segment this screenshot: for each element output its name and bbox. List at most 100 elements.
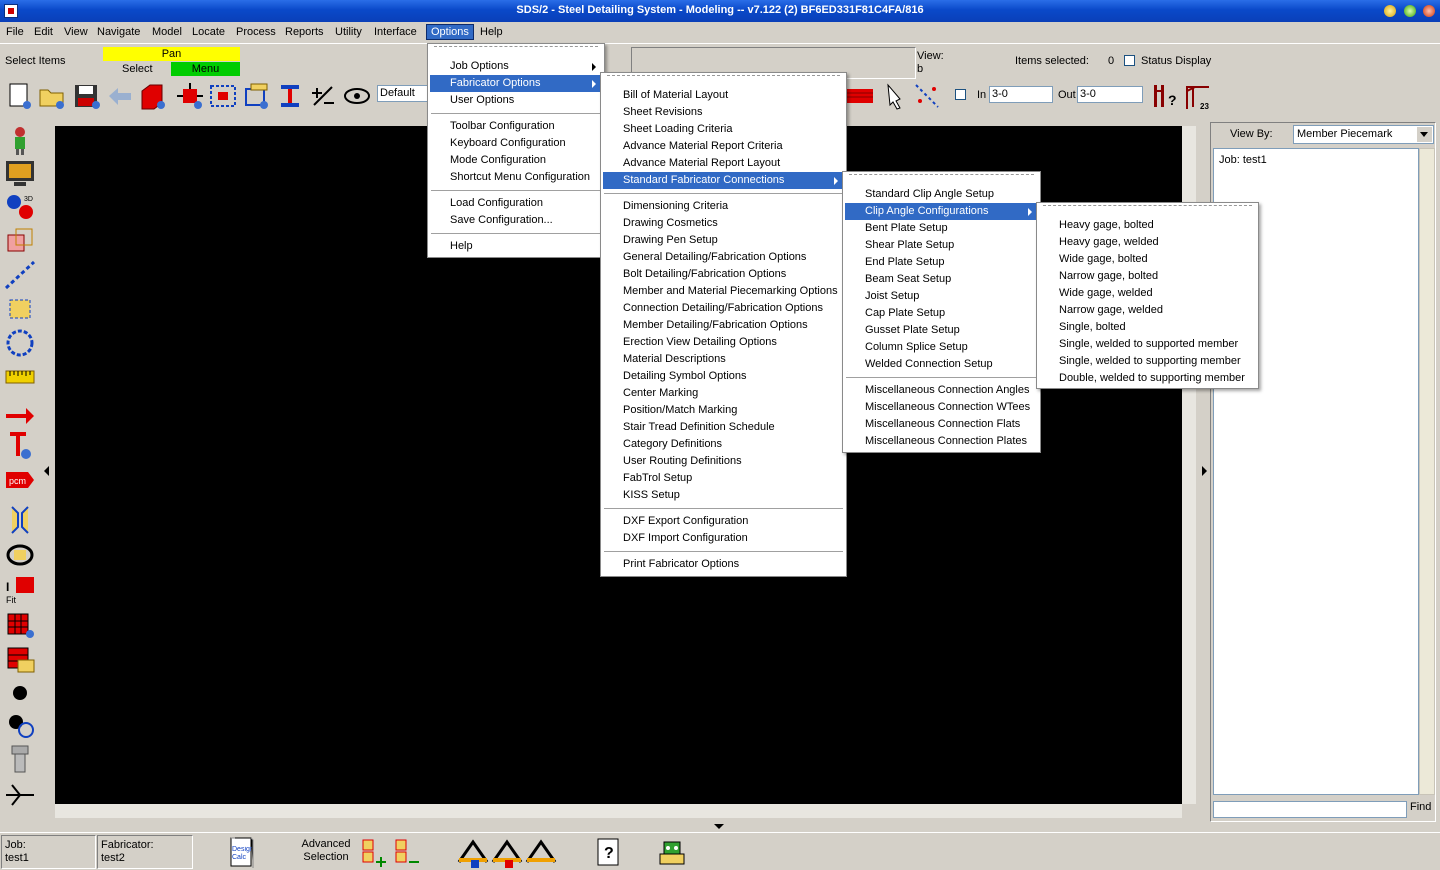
hole-dots-icon[interactable] bbox=[4, 710, 36, 740]
menu-item-miscellaneous-connection-flats[interactable]: Miscellaneous Connection Flats bbox=[845, 416, 1038, 433]
select-button[interactable]: Select bbox=[122, 63, 153, 75]
person-icon[interactable] bbox=[4, 125, 36, 155]
menu-item-dxf-import-configuration[interactable]: DXF Import Configuration bbox=[603, 530, 844, 547]
circle-icon[interactable] bbox=[4, 328, 36, 358]
close-button[interactable] bbox=[1423, 5, 1435, 17]
zoom-checkbox[interactable] bbox=[955, 89, 966, 100]
member-add-icon[interactable] bbox=[138, 81, 168, 111]
menu-item-standard-fabricator-connections[interactable]: Standard Fabricator Connections bbox=[603, 172, 844, 189]
menu-item-drawing-pen-setup[interactable]: Drawing Pen Setup bbox=[603, 232, 844, 249]
menu-item-dxf-export-configuration[interactable]: DXF Export Configuration bbox=[603, 513, 844, 530]
tree-item-job[interactable]: Job: test1 bbox=[1219, 154, 1267, 166]
menu-item-position-match-marking[interactable]: Position/Match Marking bbox=[603, 402, 844, 419]
menu-item-job-options[interactable]: Job Options bbox=[430, 58, 602, 75]
collapse-bottom-icon[interactable] bbox=[714, 824, 724, 829]
truss-plain-icon[interactable] bbox=[525, 836, 557, 868]
menu-item-narrow-gage-welded[interactable]: Narrow gage, welded bbox=[1039, 302, 1256, 319]
menu-item-double-welded-to-supporting-member[interactable]: Double, welded to supporting member bbox=[1039, 370, 1256, 387]
menu-item-mode-configuration[interactable]: Mode Configuration bbox=[430, 152, 602, 169]
menu-item-connection-detailing-fabrication-options[interactable]: Connection Detailing/Fabrication Options bbox=[603, 300, 844, 317]
menu-item-bent-plate-setup[interactable]: Bent Plate Setup bbox=[845, 220, 1038, 237]
menu-utility[interactable]: Utility bbox=[331, 25, 366, 41]
copy-member-icon[interactable] bbox=[241, 81, 271, 111]
selection-add-icon[interactable] bbox=[360, 836, 392, 868]
plus-minus-icon[interactable] bbox=[308, 81, 338, 111]
menu-item-miscellaneous-connection-wtees[interactable]: Miscellaneous Connection WTees bbox=[845, 399, 1038, 416]
rotate-view-icon[interactable] bbox=[342, 81, 372, 111]
in-field[interactable]: 3-0 bbox=[989, 86, 1053, 103]
menu-item-welded-connection-setup[interactable]: Welded Connection Setup bbox=[845, 356, 1038, 373]
menu-help[interactable]: Help bbox=[476, 25, 507, 41]
menu-model[interactable]: Model bbox=[148, 25, 186, 41]
menu-item-advance-material-report-layout[interactable]: Advance Material Report Layout bbox=[603, 155, 844, 172]
zoom-box-icon[interactable] bbox=[208, 81, 238, 111]
menu-item-center-marking[interactable]: Center Marking bbox=[603, 385, 844, 402]
menu-item-load-configuration[interactable]: Load Configuration bbox=[430, 195, 602, 212]
menu-item-user-routing-definitions[interactable]: User Routing Definitions bbox=[603, 453, 844, 470]
menu-item-miscellaneous-connection-angles[interactable]: Miscellaneous Connection Angles bbox=[845, 382, 1038, 399]
pan-button[interactable]: Pan bbox=[103, 47, 240, 61]
gears-3d-icon[interactable]: 3D bbox=[4, 192, 36, 222]
menu-item-column-splice-setup[interactable]: Column Splice Setup bbox=[845, 339, 1038, 356]
menu-view[interactable]: View bbox=[60, 25, 92, 41]
find-input[interactable] bbox=[1213, 801, 1407, 818]
menu-item-sheet-revisions[interactable]: Sheet Revisions bbox=[603, 104, 844, 121]
menu-item-user-options[interactable]: User Options bbox=[430, 92, 602, 109]
menu-item-stair-tread-definition-schedule[interactable]: Stair Tread Definition Schedule bbox=[603, 419, 844, 436]
design-calc-icon[interactable]: Design Calc bbox=[227, 836, 259, 868]
collapse-right-icon[interactable] bbox=[1202, 466, 1207, 476]
menu-item-detailing-symbol-options[interactable]: Detailing Symbol Options bbox=[603, 368, 844, 385]
stretch-member-icon[interactable] bbox=[4, 505, 36, 535]
ruler-icon[interactable] bbox=[4, 362, 36, 392]
find-button[interactable]: Find bbox=[1410, 801, 1431, 813]
menu-item-material-descriptions[interactable]: Material Descriptions bbox=[603, 351, 844, 368]
member-select-icon[interactable] bbox=[175, 81, 205, 111]
menu-locate[interactable]: Locate bbox=[188, 25, 229, 41]
collapse-left-icon[interactable] bbox=[44, 466, 49, 476]
menu-item-heavy-gage-bolted[interactable]: Heavy gage, bolted bbox=[1039, 217, 1256, 234]
menu-item-clip-angle-configurations[interactable]: Clip Angle Configurations bbox=[845, 203, 1038, 220]
menu-item-fabtrol-setup[interactable]: FabTrol Setup bbox=[603, 470, 844, 487]
dashed-line-icon[interactable] bbox=[4, 260, 36, 290]
tree-scrollbar[interactable] bbox=[1419, 148, 1435, 795]
fit-member-icon[interactable]: IFit bbox=[4, 575, 36, 605]
menu-interface[interactable]: Interface bbox=[370, 25, 421, 41]
menu-item-joist-setup[interactable]: Joist Setup bbox=[845, 288, 1038, 305]
menu-item-wide-gage-bolted[interactable]: Wide gage, bolted bbox=[1039, 251, 1256, 268]
menu-item-member-and-material-piecemarking-options[interactable]: Member and Material Piecemarking Options bbox=[603, 283, 844, 300]
menu-reports[interactable]: Reports bbox=[281, 25, 328, 41]
menu-item-general-detailing-fabrication-options[interactable]: General Detailing/Fabrication Options bbox=[603, 249, 844, 266]
undo-arrow-icon[interactable] bbox=[105, 81, 135, 111]
truss-blue-icon[interactable] bbox=[457, 836, 489, 868]
menu-process[interactable]: Process bbox=[232, 25, 280, 41]
monitor-icon[interactable] bbox=[4, 158, 36, 188]
save-disk-icon[interactable] bbox=[72, 81, 102, 111]
view-mode-select[interactable]: Default bbox=[377, 85, 432, 102]
menu-item-sheet-loading-criteria[interactable]: Sheet Loading Criteria bbox=[603, 121, 844, 138]
black-dot-icon[interactable] bbox=[4, 678, 36, 708]
menu-item-shortcut-menu-configuration[interactable]: Shortcut Menu Configuration bbox=[430, 169, 602, 186]
grid-members-icon[interactable] bbox=[4, 610, 36, 640]
grid-box-icon[interactable] bbox=[4, 294, 36, 324]
status-display-checkbox[interactable] bbox=[1124, 55, 1135, 66]
new-document-icon[interactable] bbox=[5, 81, 35, 111]
menu-item-beam-seat-setup[interactable]: Beam Seat Setup bbox=[845, 271, 1038, 288]
scatter-points-icon[interactable] bbox=[912, 81, 942, 111]
menu-item-single-bolted[interactable]: Single, bolted bbox=[1039, 319, 1256, 336]
menu-item-advance-material-report-criteria[interactable]: Advance Material Report Criteria bbox=[603, 138, 844, 155]
column-help-icon[interactable]: ? bbox=[1150, 81, 1180, 111]
hand-pointer-icon[interactable] bbox=[880, 81, 910, 111]
minimize-button[interactable] bbox=[1384, 5, 1396, 17]
pcm-tag-icon[interactable]: pcm bbox=[4, 464, 36, 494]
menu-button[interactable]: Menu bbox=[171, 62, 240, 76]
menu-item-keyboard-configuration[interactable]: Keyboard Configuration bbox=[430, 135, 602, 152]
menu-item-wide-gage-welded[interactable]: Wide gage, welded bbox=[1039, 285, 1256, 302]
open-folder-icon[interactable] bbox=[37, 81, 67, 111]
robot-icon[interactable] bbox=[656, 836, 688, 868]
weld-symbol-icon[interactable] bbox=[4, 780, 36, 810]
menu-item-kiss-setup[interactable]: KISS Setup bbox=[603, 487, 844, 504]
menu-edit[interactable]: Edit bbox=[30, 25, 57, 41]
menu-item-gusset-plate-setup[interactable]: Gusset Plate Setup bbox=[845, 322, 1038, 339]
column-member-icon[interactable] bbox=[4, 430, 36, 460]
help-document-icon[interactable]: ? bbox=[592, 836, 624, 868]
